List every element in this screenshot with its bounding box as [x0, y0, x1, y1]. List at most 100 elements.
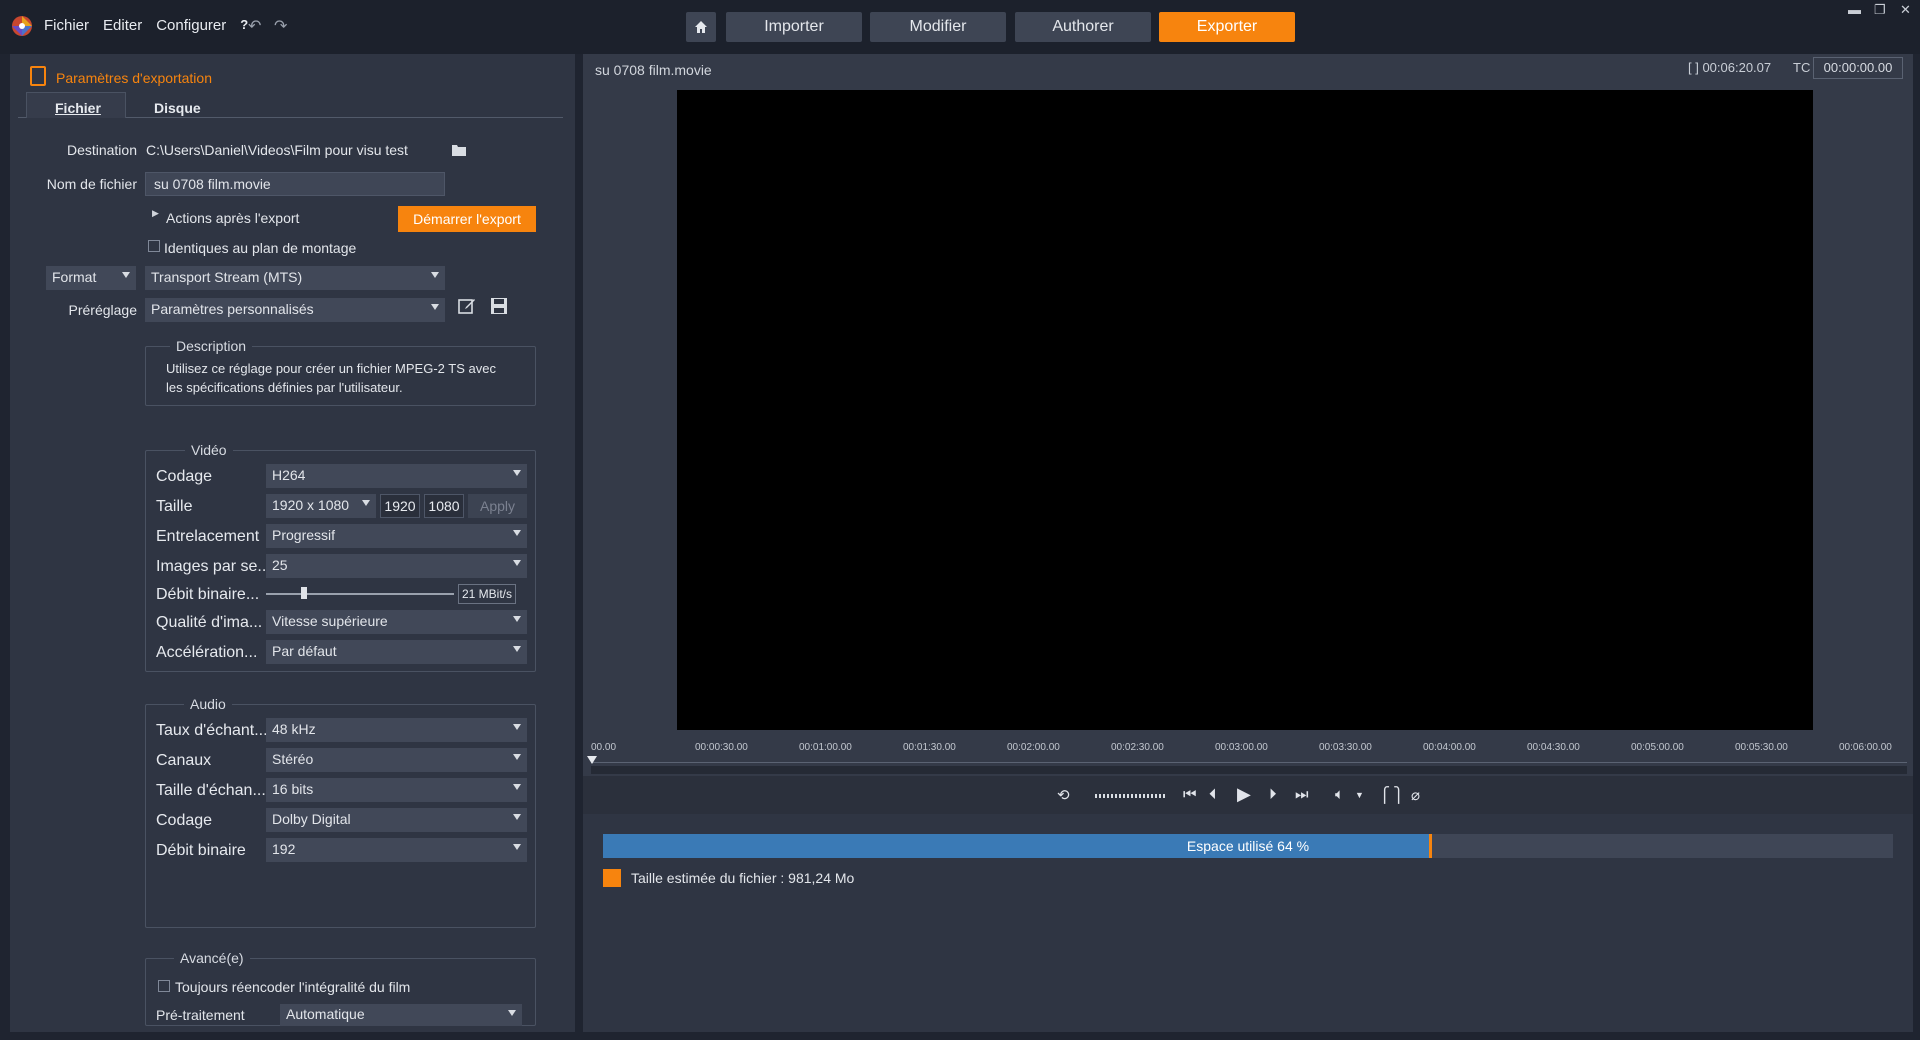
- format-type-select[interactable]: Format: [46, 266, 136, 290]
- width-input[interactable]: 1920: [380, 494, 420, 518]
- export-settings-icon: [30, 66, 46, 86]
- redo-icon[interactable]: ↷: [274, 16, 287, 36]
- clear-marks-icon[interactable]: ⌀: [1411, 786, 1420, 804]
- apply-button[interactable]: Apply: [468, 494, 527, 518]
- ruler-tick-label: 00:06:00.00: [1839, 742, 1892, 753]
- tab-author[interactable]: Authorer: [1015, 12, 1151, 42]
- actions-after-export[interactable]: Actions après l'export: [166, 210, 299, 226]
- tab-import[interactable]: Importer: [726, 12, 862, 42]
- tab-edit[interactable]: Modifier: [870, 12, 1006, 42]
- preprocess-select[interactable]: Automatique: [280, 1004, 522, 1026]
- video-codec-value: H264: [272, 467, 306, 483]
- ruler-tick-label: 00:04:30.00: [1527, 742, 1580, 753]
- shuttle-control[interactable]: [1095, 794, 1165, 798]
- minimize-icon[interactable]: ▬: [1848, 2, 1861, 17]
- channels-select[interactable]: Stéréo: [266, 748, 527, 772]
- ruler-tick-label: 00:05:30.00: [1735, 742, 1788, 753]
- audio-bitrate-select[interactable]: 192: [266, 838, 527, 862]
- ruler-tick-label: 00:03:00.00: [1215, 742, 1268, 753]
- sample-size-value: 16 bits: [272, 781, 314, 797]
- interlace-select[interactable]: Progressif: [266, 524, 527, 548]
- sample-rate-select[interactable]: 48 kHz: [266, 718, 527, 742]
- ruler-tick-label: 00:00:30.00: [695, 742, 748, 753]
- app-logo-icon: [12, 16, 32, 36]
- sample-size-label: Taille d'échan...: [156, 782, 266, 799]
- help-icon[interactable]: ?: [240, 17, 248, 34]
- menu-configure[interactable]: Configurer: [156, 17, 226, 34]
- go-to-start-icon[interactable]: ⏮: [1183, 786, 1197, 803]
- description-line-2: les spécifications définies par l'utilis…: [166, 380, 403, 395]
- chevron-down-icon: [431, 304, 439, 310]
- step-forward-icon[interactable]: ⏵: [1269, 786, 1277, 803]
- filename-label: Nom de fichier: [46, 176, 137, 192]
- tc-label: TC: [1793, 60, 1811, 75]
- top-bar: Fichier Editer Configurer ? ↶ ↷ Importer…: [0, 0, 1920, 54]
- audio-codec-select[interactable]: Dolby Digital: [266, 808, 527, 832]
- filename-input[interactable]: su 0708 film.movie: [145, 172, 445, 196]
- expand-arrow-icon[interactable]: ▶: [152, 208, 159, 219]
- mark-out-icon[interactable]: ⎫: [1393, 786, 1404, 804]
- fps-select[interactable]: 25: [266, 554, 527, 578]
- play-icon[interactable]: ▶: [1237, 784, 1251, 805]
- ruler-tick-label: 00:03:30.00: [1319, 742, 1372, 753]
- reencode-checkbox[interactable]: [158, 980, 170, 992]
- acceleration-select[interactable]: Par défaut: [266, 640, 527, 664]
- chevron-down-icon: [513, 646, 521, 652]
- same-timeline-checkbox[interactable]: [148, 240, 160, 252]
- restore-icon[interactable]: ❐: [1874, 2, 1886, 18]
- quality-select[interactable]: Vitesse supérieure: [266, 610, 527, 634]
- video-preview[interactable]: [677, 90, 1813, 730]
- format-value: Transport Stream (MTS): [151, 269, 303, 285]
- save-preset-icon[interactable]: [490, 297, 508, 315]
- ruler-tick-label: 00:04:00.00: [1423, 742, 1476, 753]
- ruler-tick-label: 00:01:30.00: [903, 742, 956, 753]
- tab-export[interactable]: Exporter: [1159, 12, 1295, 42]
- chevron-down-icon: [431, 272, 439, 278]
- size-select[interactable]: 1920 x 1080: [266, 494, 376, 518]
- folder-icon[interactable]: [452, 144, 466, 156]
- duration-readout: [ ] 00:06:20.07: [1688, 60, 1772, 75]
- height-input[interactable]: 1080: [424, 494, 464, 518]
- chevron-down-icon[interactable]: ▼: [1355, 790, 1364, 800]
- home-button[interactable]: [686, 12, 716, 42]
- bitrate-slider-thumb[interactable]: [300, 587, 307, 599]
- timecode-field[interactable]: 00:00:00.00: [1813, 57, 1903, 79]
- menu-edit[interactable]: Editer: [103, 17, 142, 34]
- chevron-down-icon: [508, 1010, 516, 1016]
- description-line-1: Utilisez ce réglage pour créer un fichie…: [166, 361, 496, 376]
- channels-value: Stéréo: [272, 751, 314, 767]
- playhead-icon[interactable]: [587, 756, 597, 766]
- mark-in-icon[interactable]: ⎧: [1379, 786, 1390, 804]
- scrub-bar[interactable]: [591, 766, 1907, 774]
- sample-size-select[interactable]: 16 bits: [266, 778, 527, 802]
- fps-value: 25: [272, 557, 288, 573]
- loop-icon[interactable]: ⟲: [1057, 786, 1070, 804]
- transport-controls: ⟲ ⏮ ⏴ ▶ ⏵ ⏭ 🔈︎ ▼ ⎧ ⎫ ⌀: [583, 776, 1913, 814]
- preset-select[interactable]: Paramètres personnalisés: [145, 298, 445, 322]
- volume-icon[interactable]: 🔈︎: [1335, 786, 1344, 803]
- description-title: Description: [170, 338, 253, 354]
- preset-label: Préréglage: [68, 302, 138, 318]
- bitrate-slider-track[interactable]: [266, 593, 454, 595]
- undo-icon[interactable]: ↶: [248, 16, 261, 36]
- go-to-end-icon[interactable]: ⏭: [1295, 786, 1309, 803]
- acceleration-value: Par défaut: [272, 643, 337, 659]
- close-icon[interactable]: ✕: [1900, 2, 1911, 18]
- chevron-down-icon: [362, 500, 370, 506]
- edit-preset-icon[interactable]: [458, 297, 476, 315]
- format-select[interactable]: Transport Stream (MTS): [145, 266, 445, 290]
- fps-label: Images par se...: [156, 558, 271, 575]
- quality-value: Vitesse supérieure: [272, 613, 388, 629]
- menu-file[interactable]: Fichier: [44, 17, 89, 34]
- tab-disc[interactable]: Disque: [154, 100, 201, 116]
- chevron-down-icon: [513, 530, 521, 536]
- start-export-button[interactable]: Démarrer l'export: [398, 206, 536, 232]
- video-codec-select[interactable]: H264: [266, 464, 527, 488]
- tab-file[interactable]: Fichier: [55, 100, 101, 116]
- sample-rate-value: 48 kHz: [272, 721, 316, 737]
- destination-value: C:\Users\Daniel\Videos\Film pour visu te…: [146, 142, 408, 158]
- size-label: Taille: [156, 498, 193, 515]
- step-back-icon[interactable]: ⏴: [1209, 786, 1217, 803]
- panel-title: Paramètres d'exportation: [56, 70, 212, 86]
- preset-value: Paramètres personnalisés: [151, 301, 314, 317]
